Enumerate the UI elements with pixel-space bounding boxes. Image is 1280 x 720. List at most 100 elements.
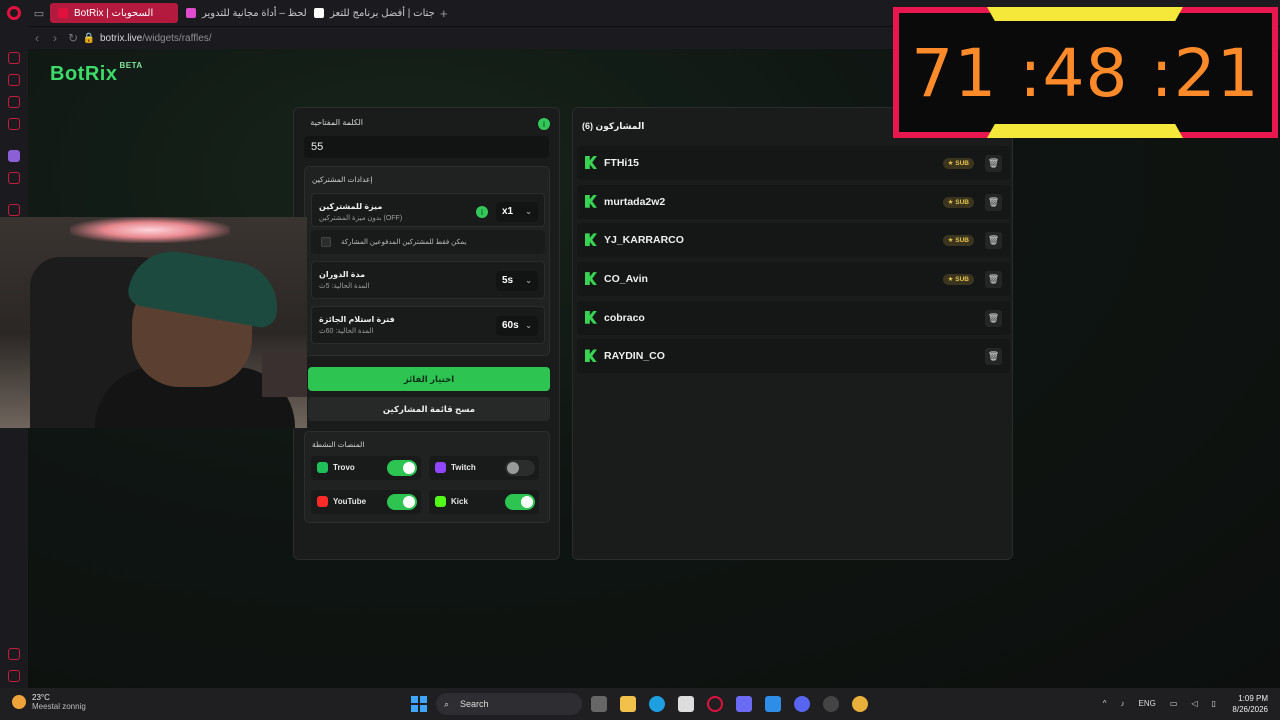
clock-date: 8/26/2026 <box>1232 705 1268 714</box>
taskbar: 23°C Meestal zonnig Search ^ ♪ ENG ▭ ◁ ▯… <box>0 688 1280 720</box>
sidebar-more-icon[interactable] <box>8 670 20 682</box>
tab-wheel-of-luck[interactable]: عجلة الحظ – أداة مجانية للتدوير <box>178 3 306 23</box>
kick-icon <box>585 310 597 324</box>
kick-icon <box>585 233 597 247</box>
sidebar-twitch-icon[interactable] <box>8 150 20 162</box>
claim-period-subtitle: المدة الحالية: 60ث <box>319 328 374 335</box>
subs-only-label: يمكن فقط للمشتركين المدفوعين المشاركة <box>341 239 467 246</box>
sidebar-bag-icon[interactable] <box>8 74 20 86</box>
clock[interactable]: 1:09 PM 8/26/2026 <box>1232 693 1268 715</box>
language-indicator[interactable]: ENG <box>1139 699 1156 708</box>
chevron-down-icon: ⌄ <box>525 276 532 285</box>
clock-time: 1:09 PM <box>1238 694 1268 703</box>
sub-badge: ★ SUB <box>942 158 974 169</box>
widgets-favicon-icon <box>314 8 324 18</box>
sidebar-messenger-icon[interactable] <box>8 96 20 108</box>
subs-only-row[interactable]: يمكن فقط للمشتركين المدفوعين المشاركة <box>311 230 545 254</box>
pick-winner-button[interactable]: اختيار الفائز <box>308 367 550 391</box>
opera-logo-icon[interactable] <box>0 0 28 26</box>
forward-icon[interactable]: › <box>46 31 64 45</box>
mic-icon[interactable]: ♪ <box>1121 699 1125 708</box>
chrome-icon[interactable] <box>852 696 868 712</box>
trash-icon[interactable]: 🗑 <box>985 309 1002 327</box>
list-item: RAYDIN_CO 🗑 <box>577 339 1010 374</box>
sidebar-aria-icon[interactable] <box>8 52 20 64</box>
keyword-input[interactable]: 55 <box>304 136 549 158</box>
tab-widgets[interactable]: الويدجتات | أفضل برنامج للتعز <box>306 3 434 23</box>
sub-bonus-info-icon[interactable]: i <box>476 206 488 218</box>
list-item: cobraco 🗑 <box>577 300 1010 335</box>
subs-only-checkbox[interactable] <box>321 237 331 247</box>
participant-name: FTHi15 <box>604 157 640 169</box>
spin-duration-value: 5s <box>502 275 514 286</box>
wheel-favicon-icon <box>186 8 196 18</box>
twitch-toggle[interactable] <box>505 460 535 476</box>
system-tray: ^ ♪ ENG ▭ ◁ ▯ <box>1103 699 1216 708</box>
chevron-down-icon: ⌄ <box>525 207 532 216</box>
clear-participants-button[interactable]: مسح قائمة المشاركين <box>308 397 550 421</box>
chevron-up-icon[interactable]: ^ <box>1103 699 1107 708</box>
beta-badge: BETA <box>119 61 143 70</box>
opera-icon[interactable] <box>707 696 723 712</box>
sidebar-history-icon[interactable] <box>8 204 20 216</box>
url-host: botrix.live <box>100 32 143 44</box>
sub-badge: ★ SUB <box>942 274 974 286</box>
back-icon[interactable]: ‹ <box>28 31 46 45</box>
platform-twitch: Twitch <box>429 456 539 480</box>
discord-icon[interactable] <box>794 696 810 712</box>
new-tab-button[interactable]: + <box>434 6 454 21</box>
timer-accent-top <box>987 7 1183 21</box>
edge-icon[interactable] <box>649 696 665 712</box>
tab-label: BotRix | السحوبات <box>74 7 154 19</box>
keyword-info-icon[interactable]: i <box>538 118 550 130</box>
platform-kick: Kick <box>429 490 539 514</box>
trash-icon[interactable]: 🗑 <box>985 193 1002 211</box>
reload-icon[interactable]: ↻ <box>64 31 82 45</box>
trash-icon[interactable]: 🗑 <box>985 348 1002 366</box>
claim-period-row: فترة استلام الجائزة المدة الحالية: 60ث 6… <box>311 306 545 344</box>
windows-start-icon[interactable] <box>411 696 427 712</box>
claim-period-title: فترة استلام الجائزة <box>319 315 395 324</box>
spin-duration-select[interactable]: 5s ⌄ <box>496 271 538 291</box>
battery-icon[interactable]: ▯ <box>1212 699 1216 708</box>
tab-botrix-raffles[interactable]: BotRix | السحوبات <box>50 3 178 23</box>
network-icon[interactable]: ▭ <box>1170 699 1178 708</box>
sidebar-percent-icon[interactable] <box>8 172 20 184</box>
youtube-toggle[interactable] <box>387 494 417 510</box>
windows-app-icon[interactable] <box>765 696 781 712</box>
weather-widget[interactable]: 23°C Meestal zonnig <box>12 693 86 711</box>
store-icon[interactable] <box>678 696 694 712</box>
sun-icon <box>12 695 26 709</box>
sub-bonus-select[interactable]: x1 ⌄ <box>496 202 538 222</box>
timer-accent-bottom <box>987 124 1183 138</box>
participant-name: YJ_KARRARCO <box>604 234 684 247</box>
sub-bonus-value: x1 <box>502 206 514 217</box>
kick-toggle[interactable] <box>505 494 535 510</box>
task-view-icon[interactable] <box>591 696 607 712</box>
tab-menu-icon[interactable]: ▭ <box>28 2 50 24</box>
trovo-toggle[interactable] <box>387 460 417 476</box>
participants-list: FTHi15 ★ SUB 🗑 murtada2w2 ★ SUB 🗑 YJ_KAR… <box>577 146 1010 378</box>
claim-period-select[interactable]: 60s ⌄ <box>496 316 538 336</box>
platform-trovo: Trovo <box>311 456 421 480</box>
sub-badge: ★ SUB <box>942 235 974 247</box>
trash-icon[interactable]: 🗑 <box>985 155 1002 172</box>
sidebar-whatsapp-icon[interactable] <box>8 118 20 130</box>
file-explorer-icon[interactable] <box>620 696 636 712</box>
trash-icon[interactable]: 🗑 <box>985 232 1002 250</box>
trash-icon[interactable]: 🗑 <box>985 271 1002 289</box>
url-path: /widgets/raffles/ <box>142 32 212 44</box>
participant-name: CO_Avin <box>604 273 648 286</box>
app-icon[interactable] <box>736 696 752 712</box>
participant-name: RAYDIN_CO <box>604 350 665 363</box>
url-field[interactable]: botrix.live/widgets/raffles/ <box>100 33 212 44</box>
sidebar-gx-icon[interactable] <box>8 648 20 660</box>
volume-icon[interactable]: ◁ <box>1191 699 1197 708</box>
platform-youtube: YouTube <box>311 490 421 514</box>
botrix-logo[interactable]: BotRix BETA <box>50 61 143 86</box>
taskbar-search[interactable]: Search <box>436 693 582 715</box>
brand-name: BotRix <box>50 63 118 85</box>
list-item: FTHi15 ★ SUB 🗑 <box>577 146 1010 180</box>
obs-icon[interactable] <box>823 696 839 712</box>
spin-duration-title: مدة الدوران <box>319 270 366 279</box>
